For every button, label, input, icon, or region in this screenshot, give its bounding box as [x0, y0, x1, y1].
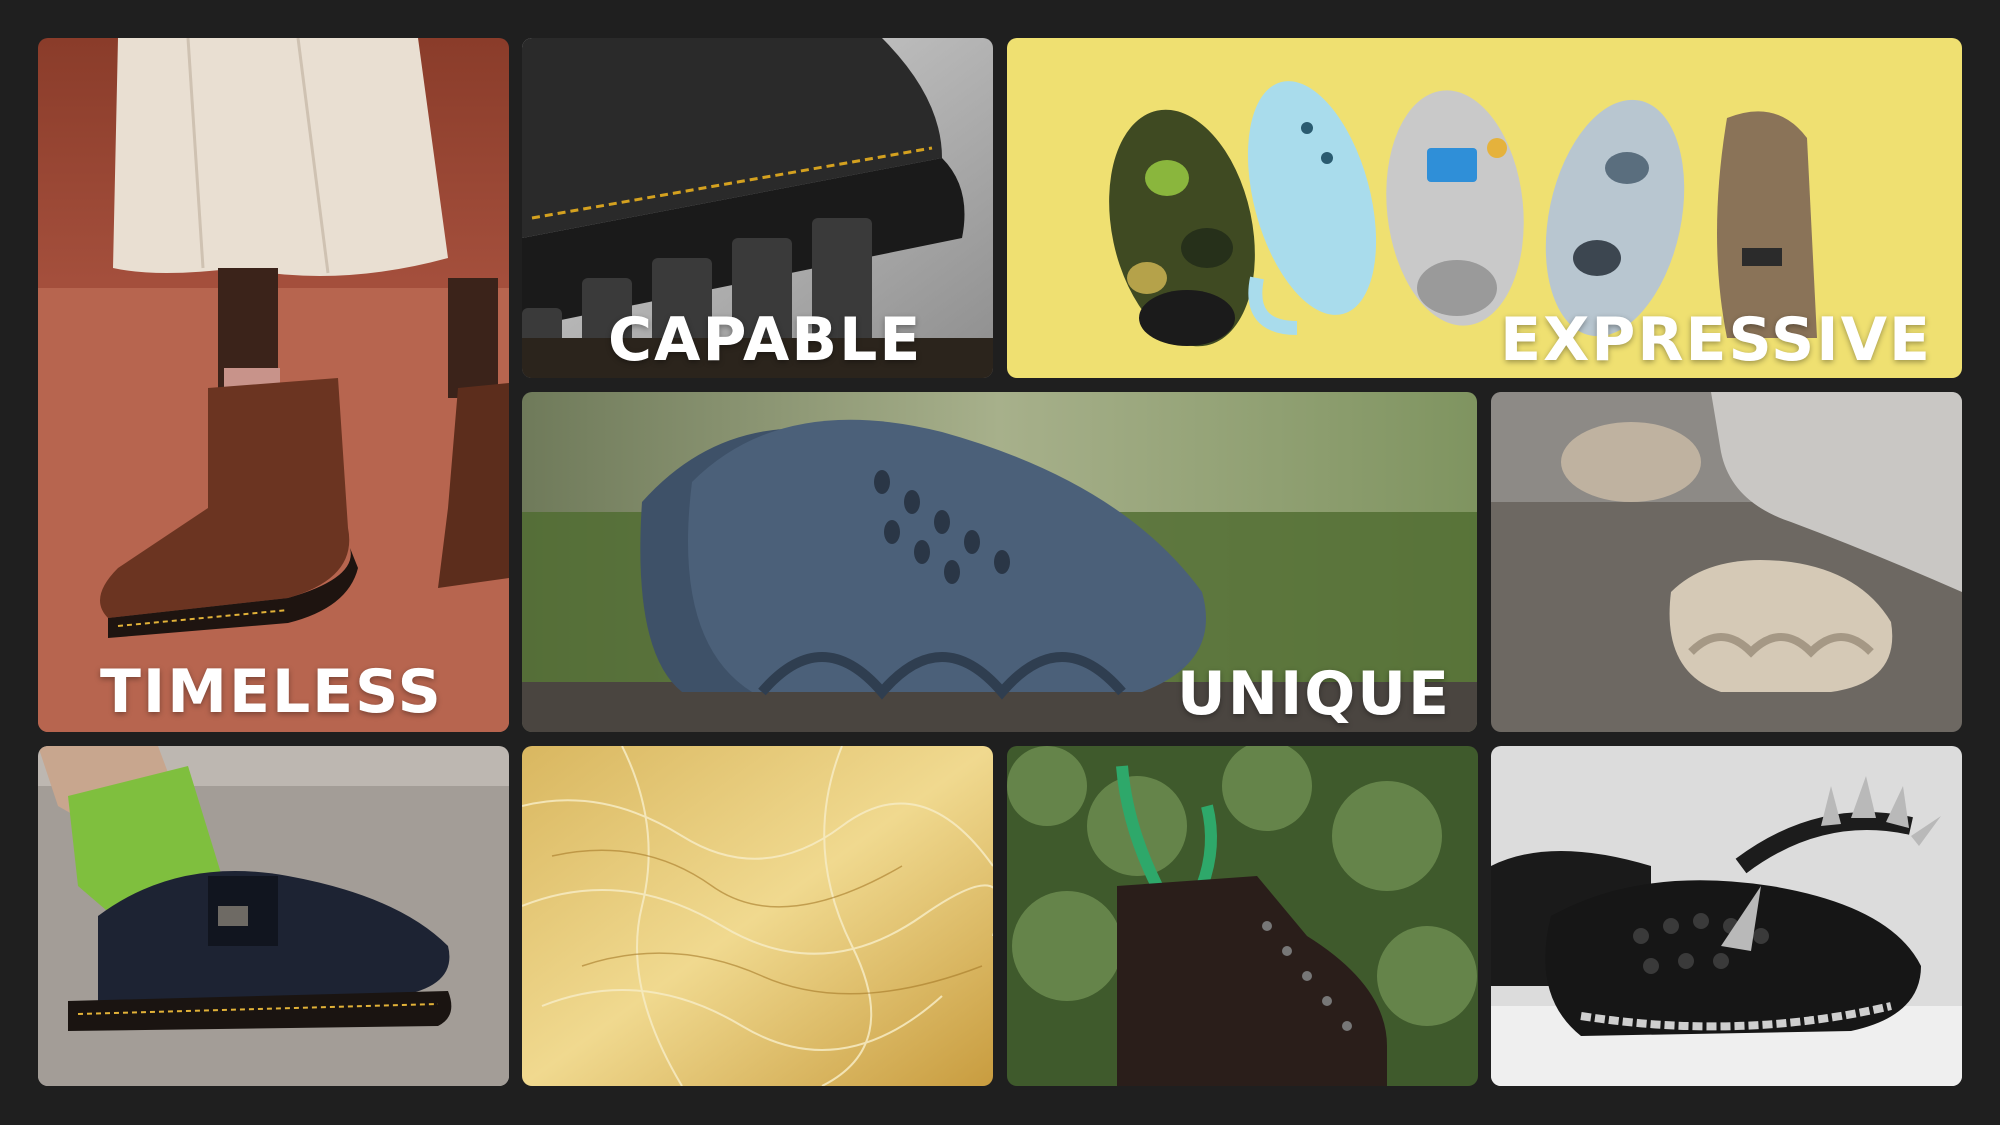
- tile-timeless-boots[interactable]: TIMELESS: [38, 38, 509, 732]
- boot-hedge-image: [1007, 746, 1478, 1086]
- tile-beige-clog-street[interactable]: [1491, 392, 1962, 732]
- leather-sandal-image: [38, 746, 509, 1086]
- caption-expressive: EXPRESSIVE: [1500, 305, 1932, 375]
- spiked-clogs-image: [1491, 746, 1962, 1086]
- tile-marble-texture[interactable]: [522, 746, 993, 1086]
- marble-texture-image: [522, 746, 993, 1086]
- timeless-boots-image: [38, 38, 509, 732]
- tile-boot-hedge[interactable]: [1007, 746, 1478, 1086]
- tile-spiked-clogs[interactable]: [1491, 746, 1962, 1086]
- tile-leather-sandal[interactable]: [38, 746, 509, 1086]
- caption-timeless: TIMELESS: [100, 657, 443, 727]
- tile-expressive-clogs[interactable]: EXPRESSIVE: [1007, 38, 1962, 378]
- beige-clog-image: [1491, 392, 1962, 732]
- tile-unique-clogs[interactable]: UNIQUE: [522, 392, 1477, 732]
- tile-capable-boot-sole[interactable]: CAPABLE: [522, 38, 993, 378]
- caption-capable: CAPABLE: [608, 305, 923, 375]
- caption-unique: UNIQUE: [1177, 659, 1451, 729]
